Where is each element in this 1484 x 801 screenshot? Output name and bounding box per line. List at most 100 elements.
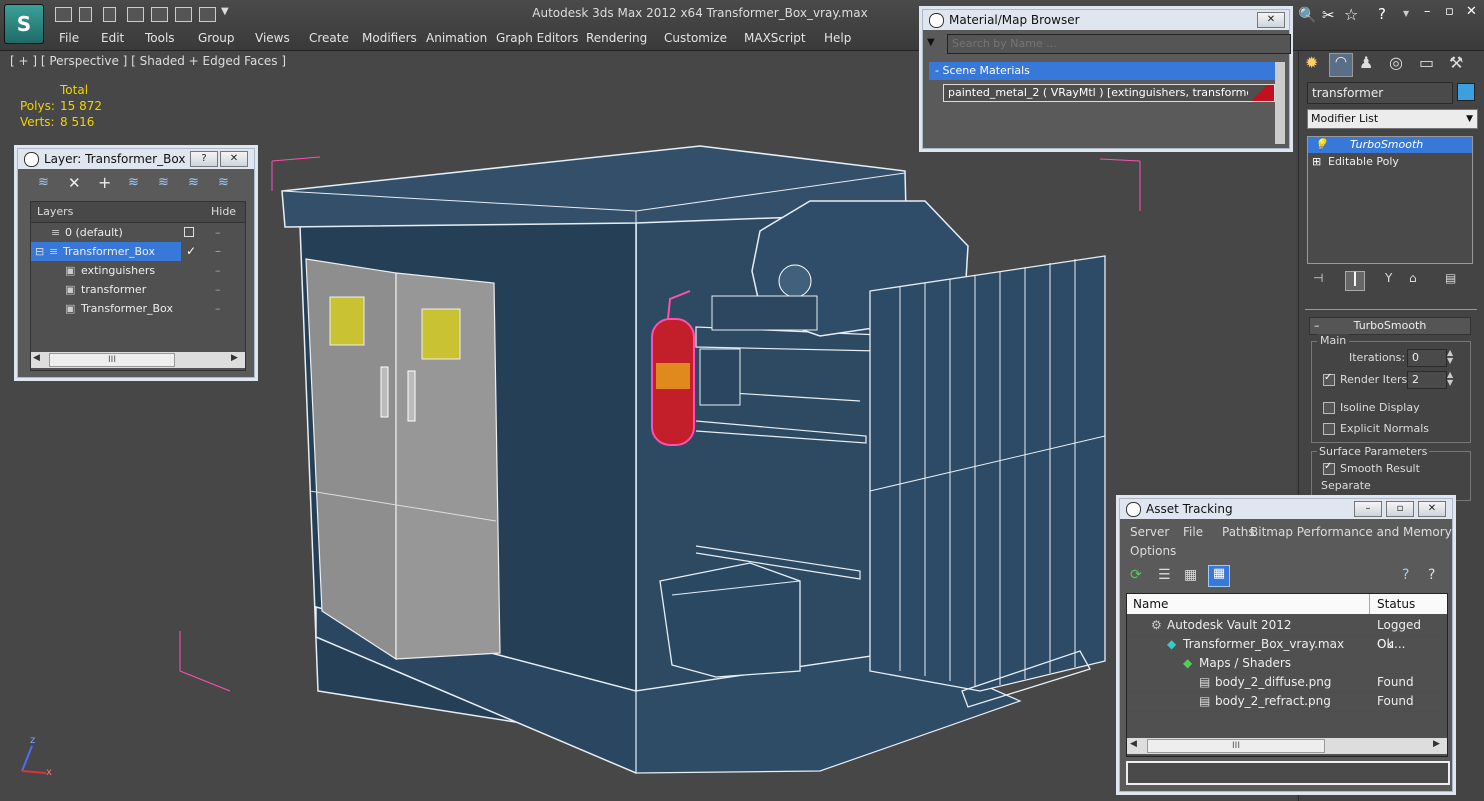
object-color-swatch[interactable] [1457,83,1475,101]
layers-column-header[interactable]: Layers [37,205,73,218]
hide-toggle-icon[interactable]: – [215,261,221,280]
add-to-layer-icon[interactable]: + [98,173,111,192]
search-icon[interactable]: 🔍 [1298,6,1317,24]
show-end-result-icon[interactable]: ┃ [1345,271,1365,291]
pin-stack-icon[interactable]: ⊣ [1313,271,1323,285]
create-tab-icon[interactable]: ✹ [1305,53,1318,72]
asset-maximize-button[interactable]: ▫ [1386,501,1414,517]
asset-menu-file[interactable]: File [1183,525,1203,539]
menu-graph-editors[interactable]: Graph Editors [496,31,578,45]
asset-row-max-file[interactable]: ◆ Transformer_Box_vray.max Ok [1127,635,1445,655]
render-iters-spinner[interactable] [1407,371,1447,389]
display-tab-icon[interactable]: ▭ [1419,53,1434,72]
modify-tab-icon[interactable]: ◠ [1329,53,1353,77]
scroll-left-icon[interactable]: ◀ [1130,739,1137,749]
expand-icon[interactable]: ⊟ [35,242,44,261]
asset-close-button[interactable]: ✕ [1418,501,1446,517]
asset-help-icon[interactable]: ? [1428,567,1435,583]
modifier-list-dropdown[interactable]: Modifier List ▼ [1307,109,1478,129]
asset-tracking-titlebar[interactable]: Asset Tracking – ▫ ✕ [1120,499,1452,519]
vault-help-icon[interactable]: ? [1402,567,1409,583]
asset-menu-server[interactable]: Server [1130,525,1169,539]
layer-row-extinguishers[interactable]: ▣ extinguishers – [31,261,245,280]
hierarchy-tab-icon[interactable]: ♟ [1359,53,1373,72]
communication-center-icon[interactable]: ✂ [1322,6,1335,24]
status-column-header[interactable]: Status [1377,597,1415,611]
highlight-layer-icon[interactable]: ≋ [158,175,169,190]
app-logo-button[interactable]: S [4,4,44,44]
viewport-label-menu[interactable]: [ + ] [ Perspective ] [ Shaded + Edged F… [10,54,286,68]
smooth-result-row[interactable]: Smooth Result [1323,461,1420,475]
object-name-field[interactable] [1307,82,1453,104]
configure-modifier-sets-icon[interactable]: ▤ [1445,271,1456,285]
stack-item-turbosmooth[interactable]: 💡 TurboSmooth [1308,137,1472,153]
scroll-right-icon[interactable]: ▶ [231,353,238,363]
explicit-normals-checkbox[interactable] [1323,423,1335,435]
maximize-icon[interactable]: ▫ [1445,4,1454,19]
create-layer-icon[interactable]: ≋ [38,175,49,190]
scroll-left-icon[interactable]: ◀ [33,353,40,363]
new-file-icon[interactable] [103,7,116,22]
asset-row-vault[interactable]: ⚙ Autodesk Vault 2012 Logged Ou... [1127,616,1445,651]
explicit-normals-row[interactable]: Explicit Normals [1323,422,1429,435]
scroll-thumb[interactable]: III [1147,739,1325,753]
layer-close-button[interactable]: ✕ [220,151,248,167]
open-file-icon[interactable] [55,7,72,22]
hide-toggle-icon[interactable]: – [215,280,221,299]
favorites-star-icon[interactable]: ☆ [1344,5,1358,24]
layer-row-default[interactable]: ≡ 0 (default) – [31,223,245,242]
asset-row-maps-shaders[interactable]: ◆ Maps / Shaders [1127,654,1445,674]
thumbnail-view-icon[interactable]: ▦ [1184,567,1197,583]
refresh-icon[interactable]: ⟳ [1130,567,1142,583]
render-iters-checkbox[interactable] [1323,372,1335,386]
menu-help[interactable]: Help [824,31,851,45]
isoline-display-checkbox[interactable] [1323,402,1335,414]
material-item-painted-metal[interactable]: painted_metal_2 ( VRayMtl ) [extinguishe… [943,84,1275,102]
turbosmooth-rollout-header[interactable]: – TurboSmooth [1309,317,1471,335]
current-layer-check-icon[interactable]: ✓ [186,242,196,261]
layer-horizontal-scrollbar[interactable]: ◀ III ▶ [31,352,245,368]
asset-menu-bitmap-performance[interactable]: Bitmap Performance and Memory [1250,525,1452,539]
help-dropdown-icon[interactable]: ▼ [1403,9,1409,18]
motion-tab-icon[interactable]: ◎ [1389,53,1403,72]
material-browser-scrollbar[interactable] [1275,62,1285,144]
make-unique-icon[interactable]: Y [1385,271,1392,285]
expand-icon[interactable]: ⊞ [1312,154,1321,170]
menu-modifiers[interactable]: Modifiers [362,31,417,45]
asset-horizontal-scrollbar[interactable]: ◀ III ▶ [1127,738,1447,754]
minimize-icon[interactable]: – [1424,4,1431,19]
smooth-result-checkbox[interactable] [1323,461,1335,475]
table-view-icon[interactable]: ▦ [1208,565,1230,587]
scroll-right-icon[interactable]: ▶ [1433,739,1440,749]
material-search-input[interactable] [947,34,1291,54]
stack-item-editable-poly[interactable]: ⊞ Editable Poly [1308,154,1472,170]
select-in-layer-icon[interactable]: ≋ [128,175,139,190]
menu-group[interactable]: Group [198,31,235,45]
asset-row-diffuse[interactable]: ▤ body_2_diffuse.png Found [1127,673,1445,693]
redo-icon[interactable] [151,7,168,22]
hold-icon[interactable] [175,7,192,22]
asset-minimize-button[interactable]: – [1354,501,1382,517]
isoline-display-row[interactable]: Isoline Display [1323,401,1420,414]
layer-row-transformer-box[interactable]: ⊟ ≡ Transformer_Box [31,242,181,261]
delete-layer-icon[interactable]: ✕ [68,174,81,192]
layer-help-button[interactable]: ? [190,151,218,167]
hide-column-header[interactable]: Hide [211,205,236,218]
menu-tools[interactable]: Tools [145,31,175,45]
hide-all-layers-icon[interactable]: ≋ [188,175,199,190]
undo-icon[interactable] [127,7,144,22]
render-iters-row[interactable]: Render Iters: [1323,372,1411,386]
freeze-all-layers-icon[interactable]: ≋ [218,175,229,190]
name-column-header[interactable]: Name [1133,597,1168,611]
utilities-tab-icon[interactable]: ⚒ [1449,53,1463,72]
save-file-icon[interactable] [79,7,92,22]
render-iters-spinner-arrows-icon[interactable]: ▲ ▼ [1447,371,1453,387]
menu-views[interactable]: Views [255,31,290,45]
scene-materials-group[interactable]: - Scene Materials [929,62,1279,80]
material-browser-close-button[interactable]: ✕ [1257,12,1285,28]
asset-row-refract[interactable]: ▤ body_2_refract.png Found [1127,692,1445,712]
layer-row-transformer-box-object[interactable]: ▣ Transformer_Box – [31,299,245,318]
help-icon[interactable]: ? [1378,5,1386,23]
hide-toggle-icon[interactable]: – [215,223,221,242]
close-icon[interactable]: ✕ [1466,4,1477,19]
